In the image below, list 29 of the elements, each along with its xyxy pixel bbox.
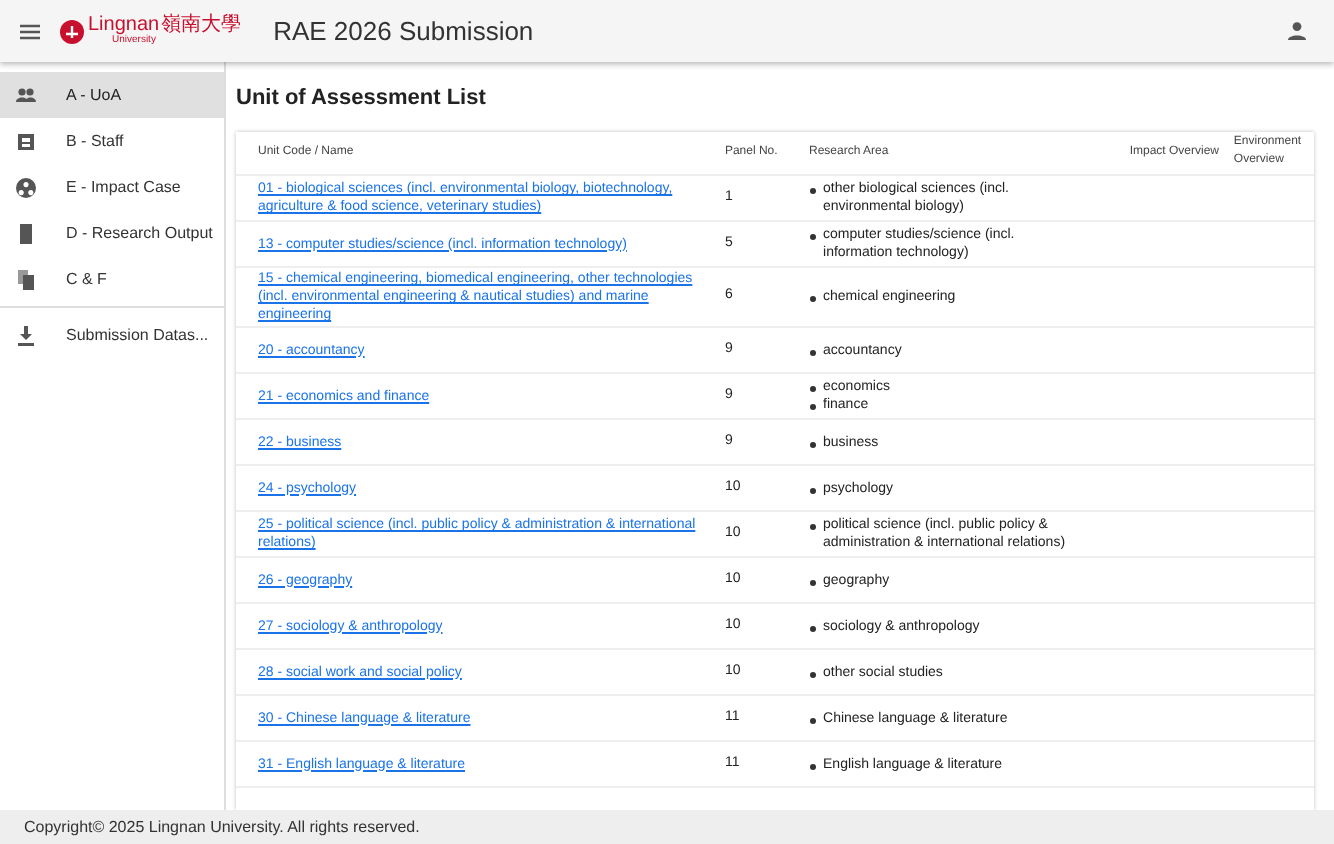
logo-text: Lingnan	[88, 16, 160, 36]
bullet-icon	[809, 763, 816, 769]
bullet-icon	[809, 386, 816, 392]
bullet-icon	[809, 296, 816, 302]
bullet-icon	[809, 349, 816, 355]
bullet-icon	[809, 487, 816, 493]
bullet-icon	[809, 524, 816, 530]
book-icon	[16, 223, 36, 243]
app-title: RAE 2026 Submission	[273, 13, 534, 50]
logo-icon	[60, 19, 84, 43]
logo-chinese-text: 嶺南大學	[161, 16, 242, 36]
people-icon	[16, 85, 36, 105]
sidebar-item[interactable]: A - UoA	[0, 72, 224, 118]
bullet-icon	[809, 441, 816, 447]
bullet-icon	[809, 671, 816, 677]
download-icon	[16, 325, 36, 345]
files-icon	[16, 269, 36, 289]
badge-icon	[16, 131, 36, 151]
page-title: Unit of Assessment List	[236, 84, 486, 114]
bullet-icon	[809, 188, 816, 194]
menu-icon	[20, 23, 40, 39]
bullet-icon	[809, 625, 816, 631]
bullet-icon	[809, 579, 816, 585]
bullet-icon	[809, 234, 816, 240]
bullet-icon	[809, 717, 816, 723]
person-icon	[1287, 22, 1305, 40]
bullet-icon	[809, 404, 816, 410]
account-button[interactable]	[1282, 17, 1310, 45]
copyright-text: Copyright© 2025 Lingnan University. All rights reserved.	[24, 815, 420, 839]
